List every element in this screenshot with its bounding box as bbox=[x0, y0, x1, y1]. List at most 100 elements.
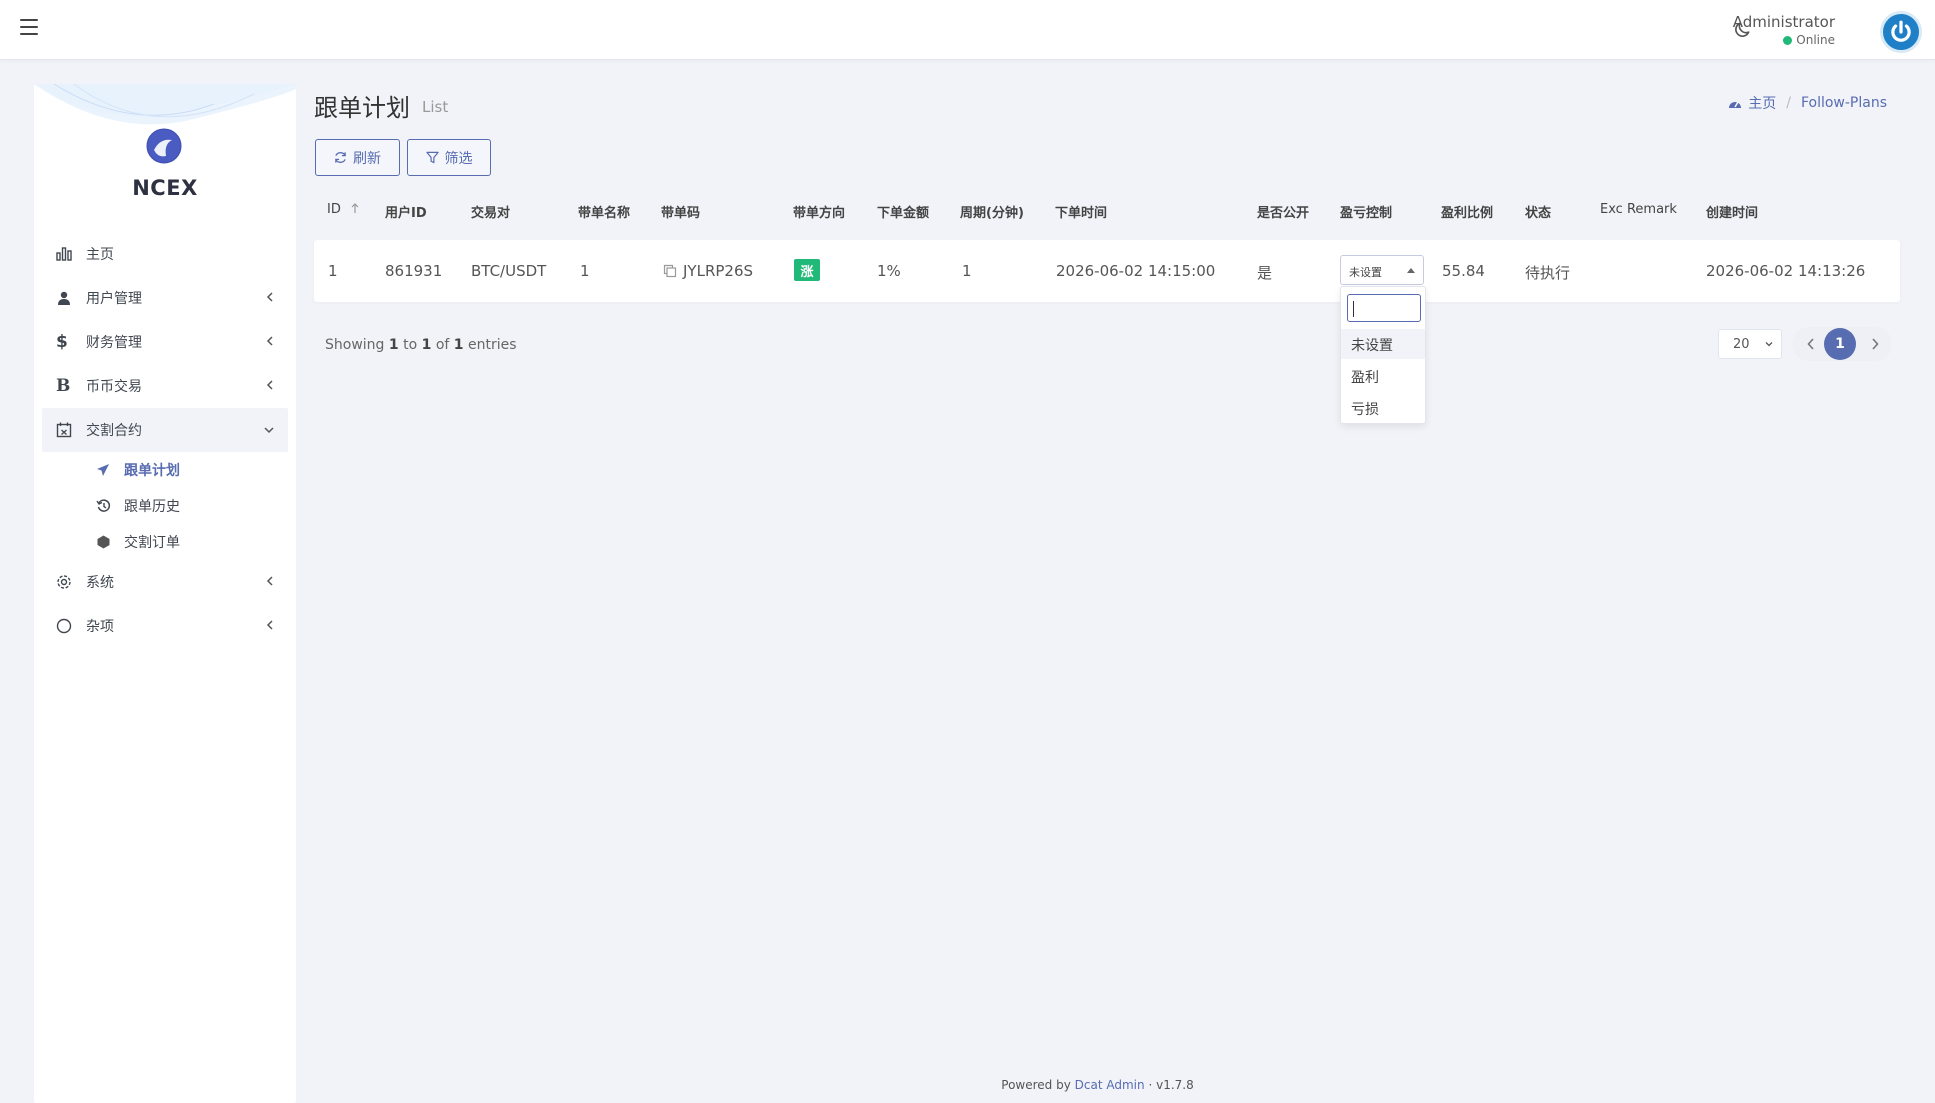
sidebar-item-label: 系统 bbox=[86, 575, 114, 591]
bitcoin-icon: B bbox=[56, 376, 71, 396]
sidebar-item-misc[interactable]: 杂项 bbox=[42, 604, 288, 648]
chevron-left-icon bbox=[266, 620, 273, 630]
chevron-left-icon bbox=[266, 576, 273, 586]
cell-user-id: 861931 bbox=[385, 262, 443, 280]
filter-button[interactable]: 筛选 bbox=[407, 139, 491, 176]
cell-plan-name: 1 bbox=[580, 262, 590, 280]
sidebar-item-label: 用户管理 bbox=[86, 291, 142, 307]
pagination-prev-icon[interactable] bbox=[1806, 337, 1816, 351]
sidebar-item-label: 交割合约 bbox=[86, 423, 142, 439]
sidebar-menu: 主页 用户管理 $ 财务管理 B 币币交易 交割合约 跟单计划 跟单历史 交割订… bbox=[42, 232, 288, 648]
column-header-user-id: 用户ID bbox=[385, 206, 427, 221]
bar-chart-icon bbox=[56, 247, 78, 261]
refresh-button[interactable]: 刷新 bbox=[315, 139, 400, 176]
sidebar-item-label: 币币交易 bbox=[86, 379, 142, 395]
dropdown-option-unset[interactable]: 未设置 bbox=[1341, 329, 1425, 359]
user-status: Online bbox=[1783, 33, 1835, 47]
pagination: 1 bbox=[1792, 327, 1892, 361]
dropdown-search-input[interactable] bbox=[1347, 294, 1421, 322]
sidebar-subitem-follow-history[interactable]: 跟单历史 bbox=[42, 488, 288, 524]
sidebar-subitem-delivery-orders[interactable]: 交割订单 bbox=[42, 524, 288, 560]
circle-icon bbox=[56, 618, 78, 634]
sidebar-item-finance[interactable]: $ 财务管理 bbox=[42, 320, 288, 364]
footer-version: v1.7.8 bbox=[1156, 1078, 1194, 1092]
ncex-logo-icon bbox=[146, 128, 182, 164]
cell-pair: BTC/USDT bbox=[471, 262, 547, 280]
history-icon bbox=[94, 499, 112, 513]
column-header-direction: 带单方向 bbox=[793, 206, 846, 221]
breadcrumb-separator: / bbox=[1786, 95, 1791, 111]
sidebar-item-system[interactable]: 系统 bbox=[42, 560, 288, 604]
sidebar-subitem-label: 跟单历史 bbox=[124, 499, 180, 515]
column-header-status: 状态 bbox=[1525, 206, 1552, 221]
chevron-down-icon bbox=[1765, 342, 1773, 347]
column-header-exc-remark: Exc Remark bbox=[1600, 202, 1677, 217]
per-page-value: 20 bbox=[1733, 337, 1750, 352]
caret-up-icon bbox=[1407, 268, 1415, 273]
hamburger-menu-icon[interactable] bbox=[20, 19, 38, 35]
sidebar-item-label: 财务管理 bbox=[86, 335, 142, 351]
copy-icon[interactable] bbox=[663, 264, 677, 278]
breadcrumb-home-link[interactable]: 主页 bbox=[1748, 93, 1776, 113]
per-page-select[interactable]: 20 bbox=[1718, 329, 1782, 359]
cell-period: 1 bbox=[962, 262, 972, 280]
sidebar-item-delivery-contract[interactable]: 交割合约 bbox=[42, 408, 288, 452]
sidebar-item-home[interactable]: 主页 bbox=[42, 232, 288, 276]
calendar-icon bbox=[56, 422, 78, 438]
sidebar-subitem-follow-plans[interactable]: 跟单计划 bbox=[42, 452, 288, 488]
chevron-down-icon bbox=[264, 427, 274, 434]
pnl-control-selected-value: 未设置 bbox=[1349, 266, 1382, 279]
chevron-left-icon bbox=[266, 292, 273, 302]
table-header: ID 用户ID 交易对 带单名称 带单码 带单方向 下单金额 周期(分钟) 下单… bbox=[314, 196, 1900, 224]
refresh-icon bbox=[335, 152, 346, 163]
pagination-current-page[interactable]: 1 bbox=[1824, 328, 1856, 360]
direction-badge: 涨 bbox=[794, 259, 820, 281]
cell-created-at: 2026-06-02 14:13:26 bbox=[1706, 262, 1866, 280]
cell-amount: 1% bbox=[877, 262, 901, 280]
column-header-profit-ratio: 盈利比例 bbox=[1441, 206, 1494, 221]
dollar-icon: $ bbox=[56, 332, 68, 352]
top-navbar: Administrator Online bbox=[0, 0, 1935, 60]
dashboard-gauge-icon bbox=[1729, 101, 1742, 108]
page-subtitle: List bbox=[422, 98, 449, 116]
user-name[interactable]: Administrator bbox=[1733, 13, 1835, 31]
gear-icon bbox=[56, 574, 78, 590]
text-cursor bbox=[1353, 301, 1354, 317]
dcat-admin-link[interactable]: Dcat Admin bbox=[1075, 1078, 1145, 1092]
chevron-left-icon bbox=[266, 380, 273, 390]
filter-label: 筛选 bbox=[444, 150, 473, 167]
sidebar-item-spot-trading[interactable]: B 币币交易 bbox=[42, 364, 288, 408]
sidebar-item-label: 杂项 bbox=[86, 619, 114, 635]
pnl-control-select[interactable]: 未设置 bbox=[1340, 255, 1424, 285]
column-header-pnl-control: 盈亏控制 bbox=[1340, 206, 1393, 221]
footer: Powered by Dcat Admin · v1.7.8 bbox=[1001, 1078, 1194, 1092]
avatar[interactable] bbox=[1880, 11, 1922, 53]
dropdown-option-loss[interactable]: 亏损 bbox=[1341, 393, 1425, 423]
column-header-order-time: 下单时间 bbox=[1055, 206, 1108, 221]
sidebar: NCEX 主页 用户管理 $ 财务管理 B 币币交易 交割合约 跟单计划 跟单历… bbox=[34, 84, 296, 1103]
power-icon bbox=[1891, 20, 1911, 42]
breadcrumb: 主页 / Follow-Plans bbox=[1728, 93, 1887, 113]
dropdown-option-profit[interactable]: 盈利 bbox=[1341, 361, 1425, 391]
brand-name[interactable]: NCEX bbox=[34, 176, 296, 200]
column-header-created-at: 创建时间 bbox=[1706, 206, 1759, 221]
sidebar-item-users[interactable]: 用户管理 bbox=[42, 276, 288, 320]
pagination-next-icon[interactable] bbox=[1870, 337, 1880, 351]
plan-code-text: JYLRP26S bbox=[683, 262, 754, 280]
filter-funnel-icon bbox=[425, 151, 439, 164]
page-title: 跟单计划 bbox=[314, 94, 410, 122]
cell-id: 1 bbox=[328, 262, 338, 280]
cell-profit-ratio: 55.84 bbox=[1442, 262, 1485, 280]
cell-status: 待执行 bbox=[1525, 264, 1571, 282]
sort-arrow-up-icon[interactable] bbox=[351, 203, 359, 214]
column-header-id[interactable]: ID bbox=[327, 202, 359, 217]
breadcrumb-current: Follow-Plans bbox=[1800, 95, 1887, 111]
chevron-left-icon bbox=[266, 336, 273, 346]
cell-plan-code: JYLRP26S bbox=[663, 262, 753, 280]
cube-icon bbox=[94, 535, 112, 549]
column-header-period: 周期(分钟) bbox=[960, 206, 1024, 221]
users-icon bbox=[56, 291, 78, 306]
column-header-plan-name: 带单名称 bbox=[578, 206, 631, 221]
cell-public: 是 bbox=[1257, 264, 1273, 282]
pnl-control-dropdown: 未设置 盈利 亏损 bbox=[1340, 286, 1426, 424]
